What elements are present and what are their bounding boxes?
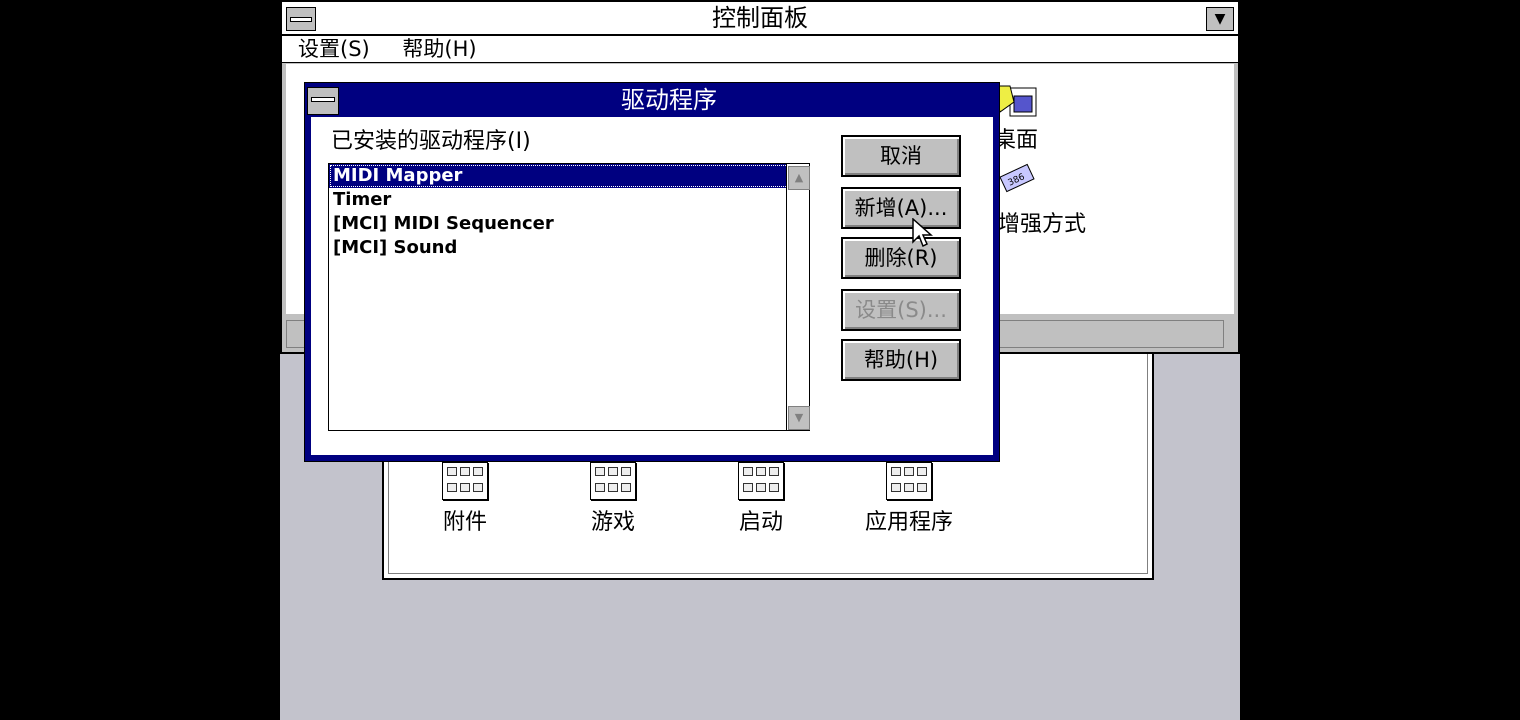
add-button[interactable]: 新增(A)...	[841, 187, 961, 229]
group-icon-label: 附件	[442, 510, 487, 535]
desktop-area: 附件 游戏 启动 应用程序 控制面板 ▼ 设置(S) 帮助(H) 桌面 386 …	[280, 0, 1240, 720]
drivers-dialog: 驱动程序 已安装的驱动程序(I) MIDI Mapper Timer [MCI]…	[304, 82, 1000, 462]
driver-list-item[interactable]: MIDI Mapper	[329, 164, 809, 188]
system-menu-icon[interactable]	[307, 87, 339, 115]
scroll-up-icon[interactable]: ▲	[788, 166, 810, 190]
system-menu-icon[interactable]	[286, 7, 316, 31]
group-icon-label: 应用程序	[864, 510, 953, 535]
control-panel-title-bar[interactable]: 控制面板	[282, 2, 1238, 36]
menu-bar: 设置(S) 帮助(H)	[282, 36, 1238, 63]
program-group-icon	[442, 462, 488, 500]
driver-list-item[interactable]: [MCI] MIDI Sequencer	[329, 212, 809, 236]
window-title: 控制面板	[712, 4, 808, 32]
driver-list-item[interactable]: Timer	[329, 188, 809, 212]
dialog-title-bar[interactable]: 驱动程序	[341, 85, 997, 115]
program-group-icon	[886, 462, 932, 500]
scroll-down-icon[interactable]: ▼	[788, 406, 810, 430]
installed-drivers-label: 已安装的驱动程序(I)	[331, 129, 531, 154]
control-item-enhanced[interactable]: 增强方式	[998, 206, 1086, 238]
group-icon-games[interactable]: 游戏	[558, 462, 668, 536]
dialog-body: 已安装的驱动程序(I) MIDI Mapper Timer [MCI] MIDI…	[311, 117, 993, 455]
help-button[interactable]: 帮助(H)	[841, 339, 961, 381]
group-icon-accessories[interactable]: 附件	[410, 462, 520, 536]
menu-settings[interactable]: 设置(S)	[298, 37, 370, 61]
minimize-arrow-icon[interactable]: ▼	[1206, 7, 1234, 31]
group-icon-startup[interactable]: 启动	[706, 462, 816, 536]
cancel-button[interactable]: 取消	[841, 135, 961, 177]
386-chip-icon[interactable]: 386	[998, 160, 1036, 196]
menu-help[interactable]: 帮助(H)	[402, 37, 476, 61]
group-icon-applications[interactable]: 应用程序	[854, 462, 964, 536]
vertical-scrollbar[interactable]: ▲ ▼	[786, 164, 810, 430]
program-group-icon	[738, 462, 784, 500]
remove-button[interactable]: 删除(R)	[841, 237, 961, 279]
group-icon-label: 游戏	[590, 510, 635, 535]
setup-button[interactable]: 设置(S)...	[841, 289, 961, 331]
program-group-icon	[590, 462, 636, 500]
dialog-title: 驱动程序	[621, 86, 717, 114]
control-item-desktop[interactable]: 桌面	[994, 122, 1038, 154]
driver-list-item[interactable]: [MCI] Sound	[329, 236, 809, 260]
group-icon-label: 启动	[738, 510, 783, 535]
drivers-list[interactable]: MIDI Mapper Timer [MCI] MIDI Sequencer […	[328, 163, 810, 431]
